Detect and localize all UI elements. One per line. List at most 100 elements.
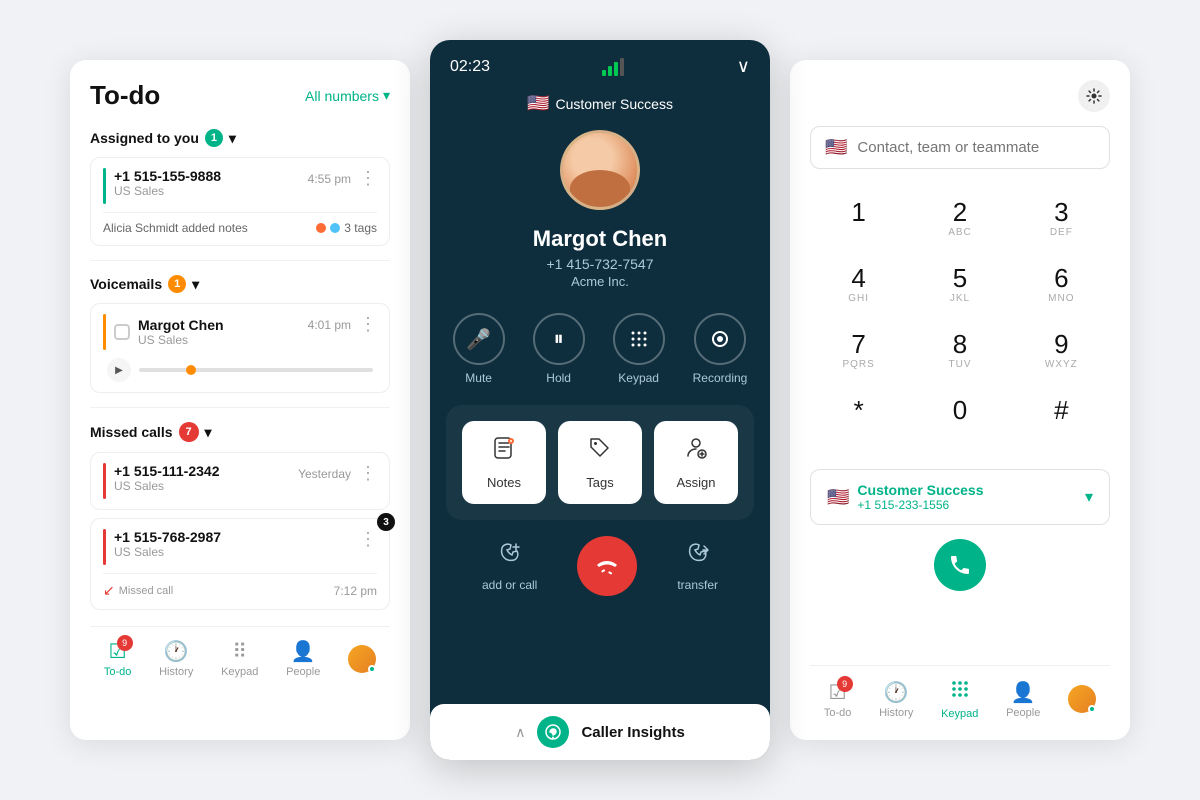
minimize-button[interactable]: ∨ — [737, 56, 750, 77]
missed-time-1: Yesterday — [298, 467, 351, 481]
key-6[interactable]: 6 MNO — [1013, 255, 1110, 317]
key-1[interactable]: 1 — [810, 189, 907, 251]
voicemails-chevron-icon[interactable]: ▾ — [192, 276, 199, 293]
key-4[interactable]: 4 GHI — [810, 255, 907, 317]
active-call-panel: 02:23 ∨ 🇺🇸 Customer Success Margot Chen … — [430, 40, 770, 760]
assign-card[interactable]: Assign — [654, 421, 738, 504]
assigned-time: 4:55 pm — [308, 172, 351, 186]
selected-num-chevron-icon[interactable]: ▾ — [1085, 487, 1093, 507]
key-5[interactable]: 5 JKL — [911, 255, 1008, 317]
nav-avatar-right[interactable] — [1068, 685, 1096, 713]
key-9[interactable]: 9 WXYZ — [1013, 321, 1110, 383]
key-2[interactable]: 2 ABC — [911, 189, 1008, 251]
nav-avatar-left[interactable] — [348, 645, 376, 673]
settings-button[interactable] — [1078, 80, 1110, 112]
add-call-button[interactable]: add or call — [482, 540, 537, 592]
insights-label: Caller Insights — [581, 724, 684, 741]
call-team: 🇺🇸 Customer Success — [527, 93, 673, 114]
nav-keypad-left[interactable]: ⠿ Keypad — [221, 639, 258, 678]
voicemail-item: Margot Chen US Sales 4:01 pm ⋮ ▶ — [90, 303, 390, 393]
nav-todo-left[interactable]: ☑ 9 To-do — [104, 639, 132, 678]
missed-more-2[interactable]: ⋮ — [359, 529, 377, 550]
right-header — [810, 80, 1110, 112]
online-dot-left — [368, 665, 376, 673]
tags-card[interactable]: Tags — [558, 421, 642, 504]
selected-flag-icon: 🇺🇸 — [827, 487, 849, 508]
missed-phone-2: +1 515-768-2987 — [114, 529, 221, 545]
selected-number-row[interactable]: 🇺🇸 Customer Success +1 515-233-1556 ▾ — [810, 469, 1110, 525]
red-bar-1 — [103, 463, 106, 499]
assigned-phone: +1 515-155-9888 — [114, 168, 221, 184]
nav-history-left[interactable]: 🕐 History — [159, 639, 193, 678]
missed-chevron-icon[interactable]: ▾ — [205, 424, 212, 441]
recording-icon — [694, 313, 746, 365]
play-button[interactable]: ▶ — [107, 358, 131, 382]
right-todo-badge: 9 — [837, 676, 853, 692]
end-call-button[interactable] — [577, 536, 637, 596]
red-bar-2 — [103, 529, 106, 565]
search-flag-icon[interactable]: 🇺🇸 — [825, 137, 847, 158]
key-8[interactable]: 8 TUV — [911, 321, 1008, 383]
keypad-button[interactable]: Keypad — [613, 313, 665, 385]
online-dot-right — [1088, 705, 1096, 713]
tags-badge: 3 tags — [316, 221, 377, 235]
caller-avatar — [560, 130, 640, 210]
add-call-icon — [496, 540, 524, 574]
nav-todo-right[interactable]: ☑ 9 To-do — [824, 680, 852, 719]
keypad-icon — [613, 313, 665, 365]
missed-call-item-1: +1 515-111-2342 US Sales Yesterday ⋮ — [90, 452, 390, 510]
missed-more-1[interactable]: ⋮ — [359, 463, 377, 484]
todo-icon-left: ☑ 9 — [109, 639, 127, 664]
caller-company: Acme Inc. — [571, 274, 629, 289]
assigned-call-item: +1 515-155-9888 US Sales 4:55 pm ⋮ Alici… — [90, 157, 390, 246]
voicemails-section-header: Voicemails 1 ▾ — [90, 275, 390, 293]
history-icon-right: 🕐 — [884, 680, 909, 705]
assign-label: Assign — [676, 475, 715, 490]
key-3[interactable]: 3 DEF — [1013, 189, 1110, 251]
nav-history-right[interactable]: 🕐 History — [879, 680, 913, 719]
selected-num-info: 🇺🇸 Customer Success +1 515-233-1556 — [827, 482, 983, 512]
audio-progress[interactable] — [139, 368, 373, 372]
caller-insights-bar[interactable]: ∧ Caller Insights — [430, 704, 770, 760]
voicemail-checkbox[interactable] — [114, 324, 130, 340]
nav-keypad-right[interactable]: Keypad — [941, 678, 978, 720]
call-top-bar: 02:23 ∨ — [430, 40, 770, 93]
todo-panel: To-do All numbers ▾ Assigned to you 1 ▾ … — [70, 60, 410, 740]
voicemail-name: Margot Chen — [138, 317, 224, 333]
all-numbers-button[interactable]: All numbers ▾ — [305, 87, 390, 104]
insights-icon — [537, 716, 569, 748]
notes-card[interactable]: Notes — [462, 421, 546, 504]
key-star[interactable]: * — [810, 387, 907, 449]
divider-1 — [90, 260, 390, 261]
people-icon-left: 👤 — [291, 639, 316, 664]
hold-button[interactable]: ⏸ Hold — [533, 313, 585, 385]
transfer-button[interactable]: transfer — [677, 540, 718, 592]
key-7[interactable]: 7 PQRS — [810, 321, 907, 383]
keypad-panel: 🇺🇸 1 2 ABC 3 DEF 4 GHI 5 JKL — [790, 60, 1130, 740]
missed-sub-2: US Sales — [114, 545, 221, 559]
call-controls: 🎤 Mute ⏸ Hold Keypad — [453, 313, 748, 385]
notes-icon — [491, 435, 517, 467]
missed-arrow-icon: ↙ — [103, 582, 115, 599]
bottom-call-actions: add or call transfer — [430, 536, 770, 596]
key-hash[interactable]: # — [1013, 387, 1110, 449]
nav-people-right[interactable]: 👤 People — [1006, 680, 1040, 719]
caller-name: Margot Chen — [533, 226, 667, 252]
voicemail-more-button[interactable]: ⋮ — [359, 314, 377, 335]
nav-people-left[interactable]: 👤 People — [286, 639, 320, 678]
search-input[interactable] — [857, 139, 1095, 156]
right-bottom-nav: ☑ 9 To-do 🕐 History Keypad — [810, 665, 1110, 720]
assigned-chevron-icon[interactable]: ▾ — [229, 130, 236, 147]
recording-button[interactable]: Recording — [693, 313, 748, 385]
mute-button[interactable]: 🎤 Mute — [453, 313, 505, 385]
caller-avatar-img — [563, 133, 637, 207]
call-button[interactable] — [934, 539, 986, 591]
user-avatar-left — [348, 645, 376, 673]
keypad-icon-right — [949, 678, 971, 706]
key-0[interactable]: 0 — [911, 387, 1008, 449]
signal-bar-1 — [602, 70, 606, 76]
assigned-more-button[interactable]: ⋮ — [359, 168, 377, 189]
divider-2 — [90, 407, 390, 408]
user-avatar-right — [1068, 685, 1096, 713]
signal-bar-4 — [620, 58, 624, 76]
